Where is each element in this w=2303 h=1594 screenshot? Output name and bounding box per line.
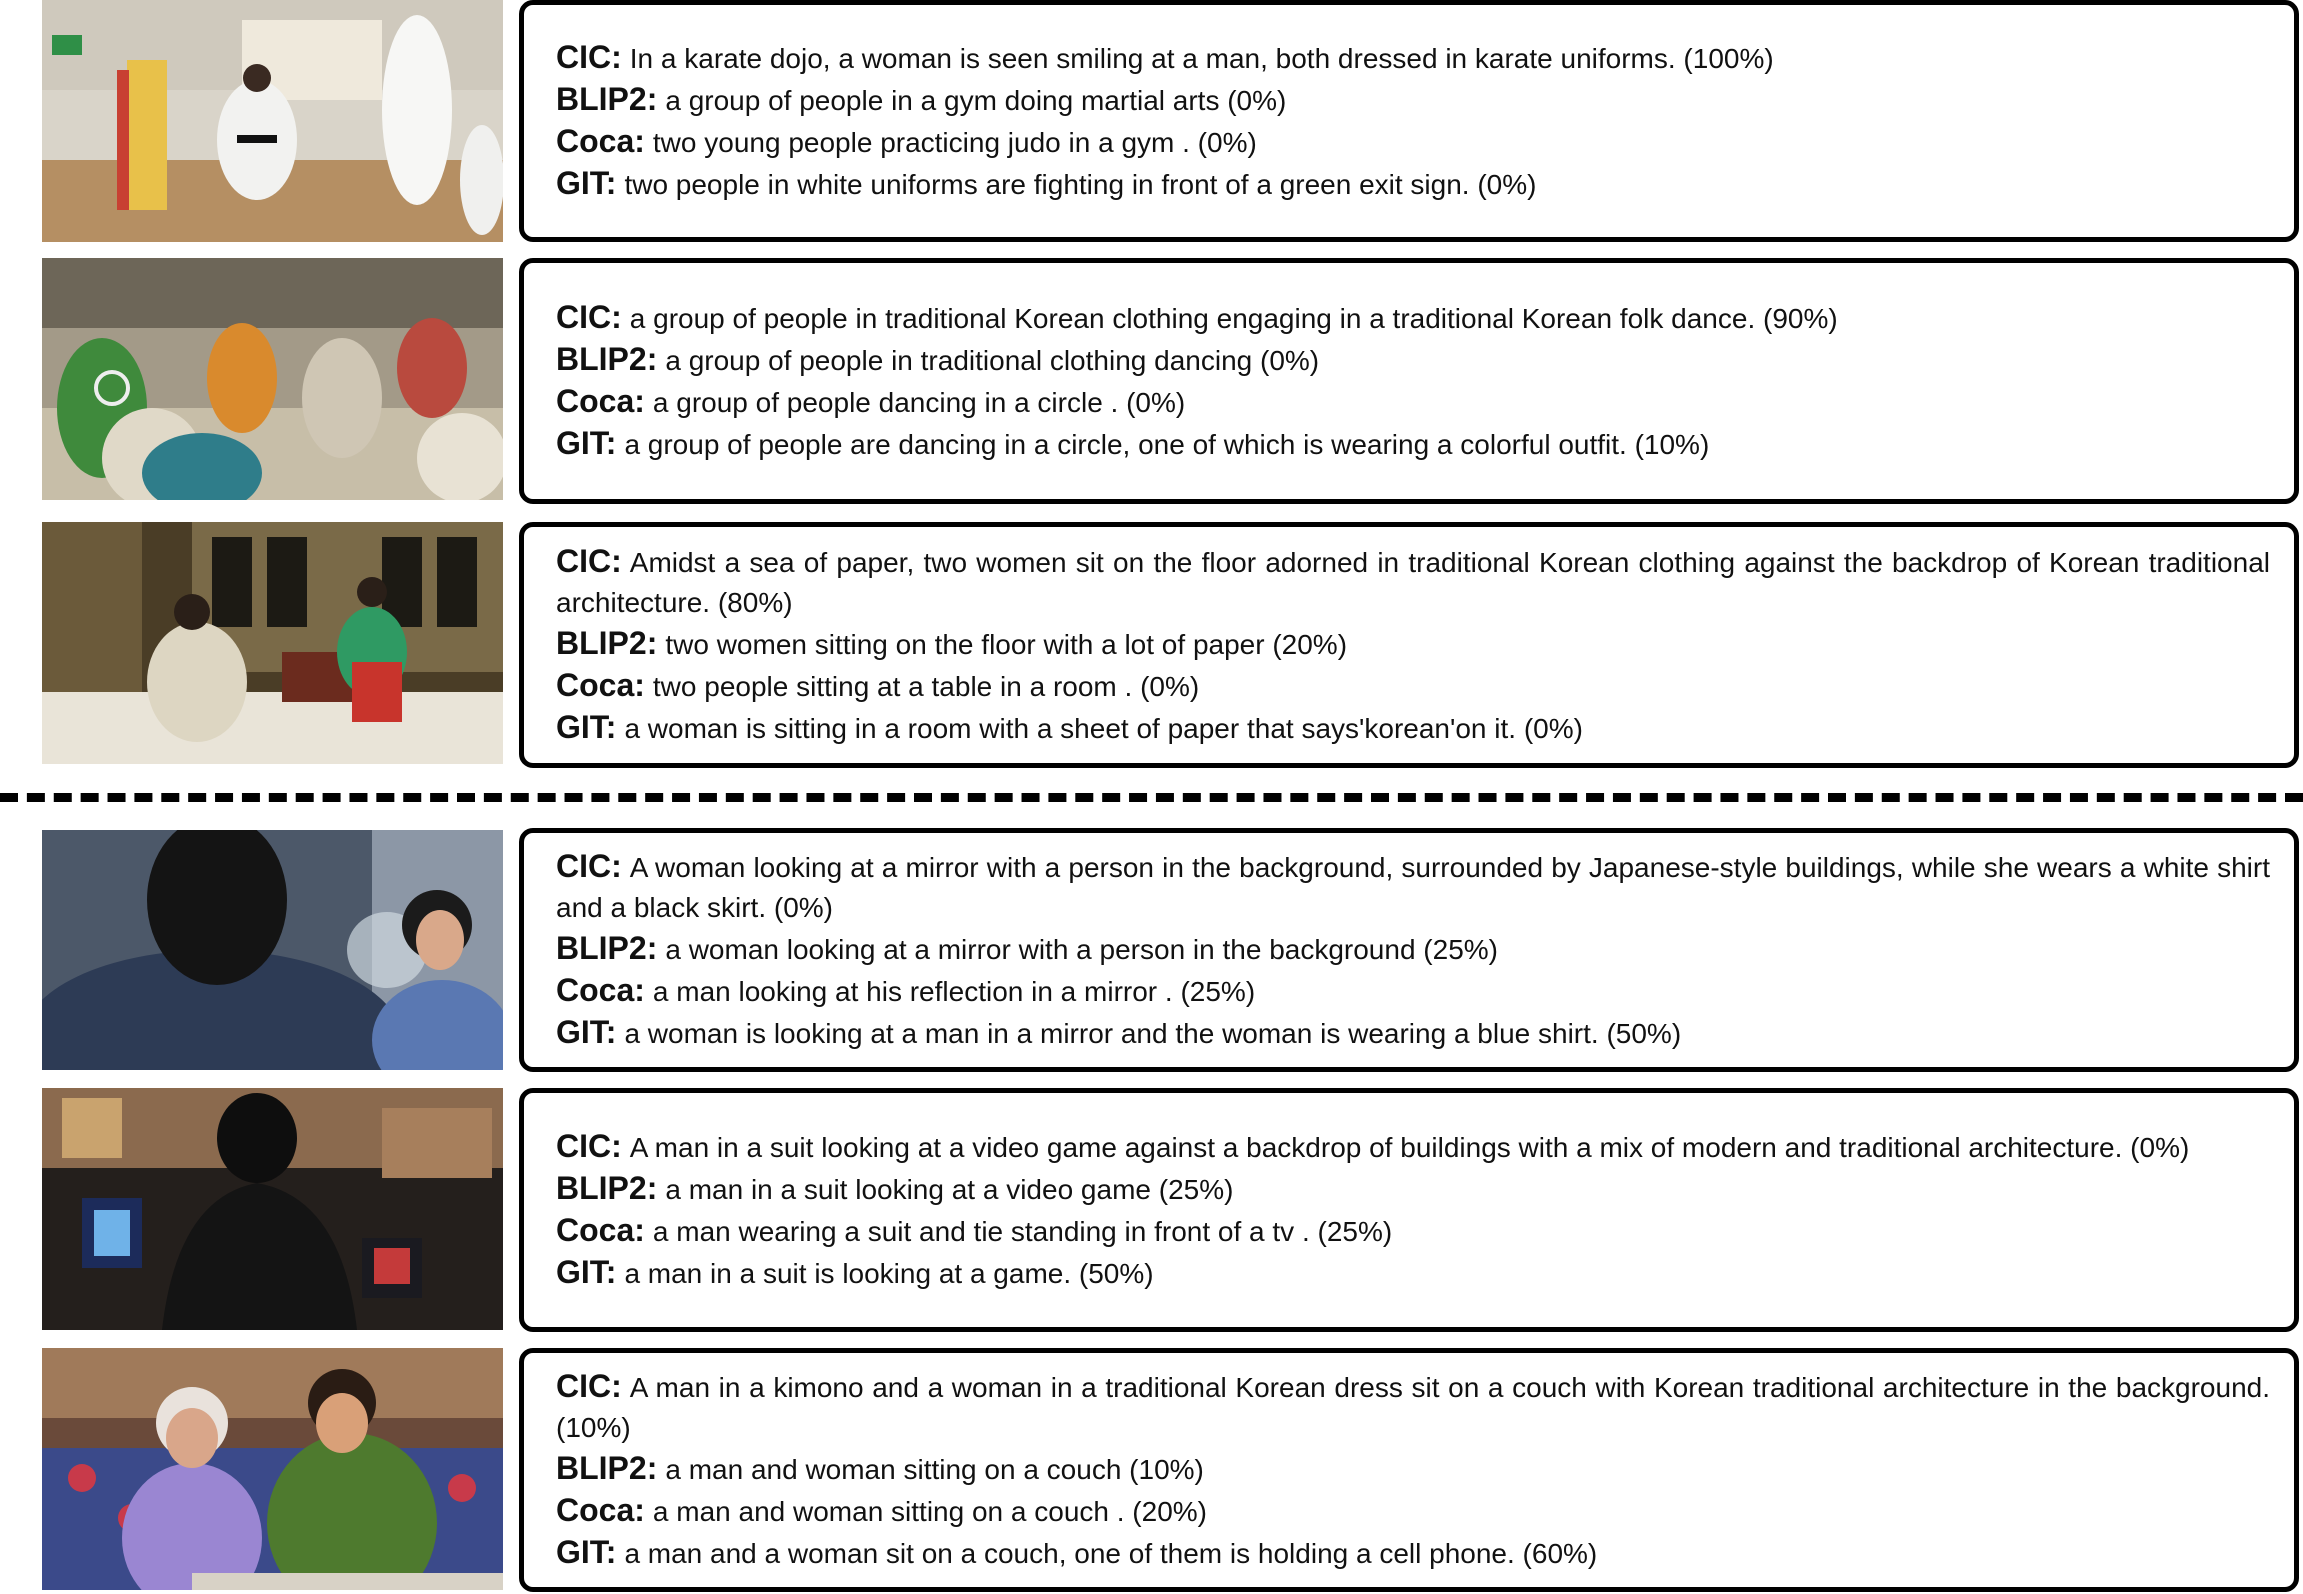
caption-text: a man and a woman sit on a couch, one of… bbox=[624, 1538, 1598, 1569]
caption-text: A man in a kimono and a woman in a tradi… bbox=[556, 1372, 2270, 1443]
caption-text: a group of people in traditional Korean … bbox=[629, 303, 1838, 334]
couch-couple-image bbox=[42, 1348, 503, 1590]
caption-text: a group of people in a gym doing martial… bbox=[665, 85, 1287, 116]
caption-box: CIC: A woman looking at a mirror with a p… bbox=[519, 828, 2299, 1072]
model-label: CIC: bbox=[556, 1128, 622, 1164]
caption-text: In a karate dojo, a woman is seen smilin… bbox=[629, 43, 1774, 74]
caption-text: a man wearing a suit and tie standing in… bbox=[652, 1216, 1393, 1247]
caption-line-coca: Coca: two young people practicing judo in… bbox=[556, 121, 2270, 163]
caption-line-cic: CIC: a group of people in traditional Kor… bbox=[556, 297, 2270, 339]
caption-text: a man in a suit looking at a video game … bbox=[665, 1174, 1234, 1205]
mirror-scene-image bbox=[42, 830, 503, 1070]
model-label: BLIP2: bbox=[556, 1170, 658, 1206]
karate-dojo-image bbox=[42, 0, 503, 242]
caption-line-cic: CIC: A man in a kimono and a woman in a t… bbox=[556, 1366, 2270, 1448]
model-label: GIT: bbox=[556, 1254, 617, 1290]
caption-line-blip2: BLIP2: two women sitting on the floor wit… bbox=[556, 623, 2270, 665]
caption-text: a woman is looking at a man in a mirror … bbox=[624, 1018, 1682, 1049]
model-label: GIT: bbox=[556, 165, 617, 201]
model-label: CIC: bbox=[556, 39, 622, 75]
caption-text: two women sitting on the floor with a lo… bbox=[665, 629, 1348, 660]
caption-text: a man looking at his reflection in a mir… bbox=[652, 976, 1256, 1007]
model-label: CIC: bbox=[556, 299, 622, 335]
caption-line-blip2: BLIP2: a group of people in traditional c… bbox=[556, 339, 2270, 381]
model-label: BLIP2: bbox=[556, 341, 658, 377]
caption-line-git: GIT: a man in a suit is looking at a game… bbox=[556, 1252, 2270, 1294]
caption-box: CIC: a group of people in traditional Kor… bbox=[519, 258, 2299, 504]
model-label: GIT: bbox=[556, 709, 617, 745]
caption-text: A woman looking at a mirror with a perso… bbox=[556, 852, 2270, 923]
caption-line-blip2: BLIP2: a man in a suit looking at a video… bbox=[556, 1168, 2270, 1210]
caption-line-cic: CIC: A man in a suit looking at a video g… bbox=[556, 1126, 2270, 1168]
korean-folk-dance-image bbox=[42, 258, 503, 500]
caption-text: a woman looking at a mirror with a perso… bbox=[665, 934, 1498, 965]
caption-line-coca: Coca: two people sitting at a table in a … bbox=[556, 665, 2270, 707]
model-label: BLIP2: bbox=[556, 1450, 658, 1486]
model-label: Coca: bbox=[556, 1212, 645, 1248]
model-label: Coca: bbox=[556, 383, 645, 419]
model-label: BLIP2: bbox=[556, 625, 658, 661]
caption-text: a group of people dancing in a circle . … bbox=[652, 387, 1186, 418]
caption-line-cic: CIC: Amidst a sea of paper, two women sit… bbox=[556, 541, 2270, 623]
caption-line-coca: Coca: a man wearing a suit and tie standi… bbox=[556, 1210, 2270, 1252]
caption-text: a man and woman sitting on a couch (10%) bbox=[665, 1454, 1204, 1485]
model-label: Coca: bbox=[556, 667, 645, 703]
caption-line-git: GIT: a woman is looking at a man in a mir… bbox=[556, 1012, 2270, 1054]
caption-line-cic: CIC: A woman looking at a mirror with a p… bbox=[556, 846, 2270, 928]
model-label: CIC: bbox=[556, 848, 622, 884]
caption-line-coca: Coca: a man looking at his reflection in … bbox=[556, 970, 2270, 1012]
model-label: BLIP2: bbox=[556, 81, 658, 117]
caption-line-blip2: BLIP2: a woman looking at a mirror with a… bbox=[556, 928, 2270, 970]
caption-text: A man in a suit looking at a video game … bbox=[629, 1132, 2190, 1163]
model-label: GIT: bbox=[556, 1014, 617, 1050]
caption-text: a woman is sitting in a room with a shee… bbox=[624, 713, 1583, 744]
caption-text: a man and woman sitting on a couch . (20… bbox=[652, 1496, 1207, 1527]
caption-line-coca: Coca: a group of people dancing in a circ… bbox=[556, 381, 2270, 423]
model-label: GIT: bbox=[556, 1534, 617, 1570]
caption-line-git: GIT: a woman is sitting in a room with a … bbox=[556, 707, 2270, 749]
caption-box: CIC: A man in a kimono and a woman in a t… bbox=[519, 1348, 2299, 1592]
model-label: Coca: bbox=[556, 972, 645, 1008]
caption-line-blip2: BLIP2: a man and woman sitting on a couch… bbox=[556, 1448, 2270, 1490]
caption-text: a man in a suit is looking at a game. (5… bbox=[624, 1258, 1154, 1289]
caption-box: CIC: Amidst a sea of paper, two women sit… bbox=[519, 522, 2299, 768]
caption-text: two young people practicing judo in a gy… bbox=[652, 127, 1257, 158]
caption-line-git: GIT: a group of people are dancing in a c… bbox=[556, 423, 2270, 465]
caption-line-git: GIT: a man and a woman sit on a couch, on… bbox=[556, 1532, 2270, 1574]
two-women-paper-image bbox=[42, 522, 503, 764]
caption-text: a group of people in traditional clothin… bbox=[665, 345, 1320, 376]
model-label: BLIP2: bbox=[556, 930, 658, 966]
model-label: Coca: bbox=[556, 1492, 645, 1528]
model-label: Coca: bbox=[556, 123, 645, 159]
arcade-man-image bbox=[42, 1088, 503, 1330]
caption-text: a group of people are dancing in a circl… bbox=[624, 429, 1710, 460]
model-label: CIC: bbox=[556, 543, 622, 579]
caption-line-cic: CIC: In a karate dojo, a woman is seen sm… bbox=[556, 37, 2270, 79]
caption-line-git: GIT: two people in white uniforms are fig… bbox=[556, 163, 2270, 205]
group-divider bbox=[0, 793, 2303, 802]
caption-line-blip2: BLIP2: a group of people in a gym doing m… bbox=[556, 79, 2270, 121]
caption-line-coca: Coca: a man and woman sitting on a couch … bbox=[556, 1490, 2270, 1532]
caption-box: CIC: A man in a suit looking at a video g… bbox=[519, 1088, 2299, 1332]
caption-text: two people in white uniforms are fightin… bbox=[624, 169, 1537, 200]
model-label: GIT: bbox=[556, 425, 617, 461]
caption-text: Amidst a sea of paper, two women sit on … bbox=[556, 547, 2270, 618]
caption-box: CIC: In a karate dojo, a woman is seen sm… bbox=[519, 0, 2299, 242]
caption-text: two people sitting at a table in a room … bbox=[652, 671, 1200, 702]
model-label: CIC: bbox=[556, 1368, 622, 1404]
